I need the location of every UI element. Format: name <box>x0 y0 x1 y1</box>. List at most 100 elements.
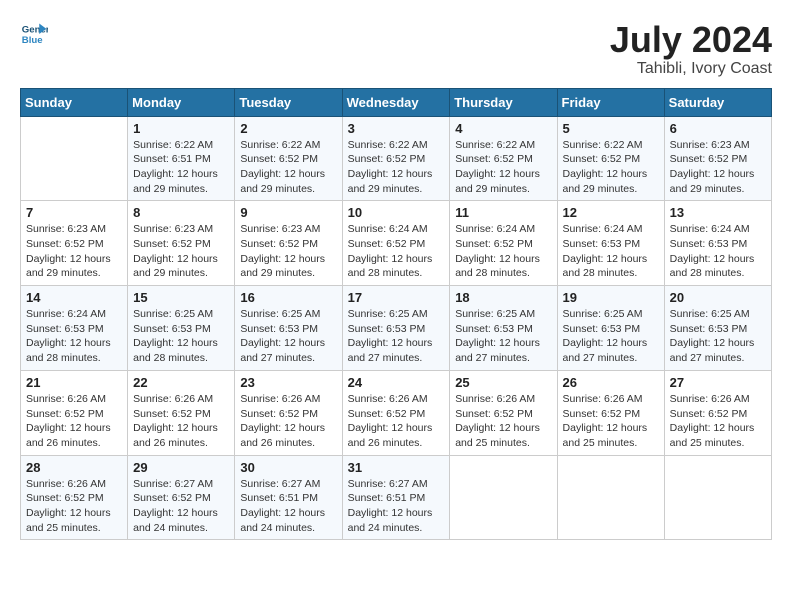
calendar-day-cell: 29 Sunrise: 6:27 AM Sunset: 6:52 PM Dayli… <box>128 455 235 540</box>
calendar-day-cell: 14Sunrise: 6:24 AM Sunset: 6:53 PM Dayli… <box>21 286 128 371</box>
day-number: 25 <box>455 375 551 390</box>
calendar-day-cell: 8Sunrise: 6:23 AM Sunset: 6:52 PM Daylig… <box>128 201 235 286</box>
calendar-day-cell: 20 Sunrise: 6:25 AM Sunset: 6:53 PM Dayli… <box>664 286 771 371</box>
calendar-day-cell: 12 Sunrise: 6:24 AM Sunset: 6:53 PM Dayli… <box>557 201 664 286</box>
day-info: Sunrise: 6:23 AM Sunset: 6:52 PM Dayligh… <box>670 138 766 197</box>
calendar-day-cell: 16Sunrise: 6:25 AM Sunset: 6:53 PM Dayli… <box>235 286 342 371</box>
day-info: Sunrise: 6:26 AM Sunset: 6:52 PM Dayligh… <box>133 392 229 451</box>
logo-icon: General Blue <box>20 20 48 48</box>
calendar-day-cell: 23 Sunrise: 6:26 AM Sunset: 6:52 PM Dayli… <box>235 370 342 455</box>
day-number: 5 <box>563 121 659 136</box>
day-number: 9 <box>240 205 336 220</box>
day-info: Sunrise: 6:26 AM Sunset: 6:52 PM Dayligh… <box>240 392 336 451</box>
day-info: Sunrise: 6:26 AM Sunset: 6:52 PM Dayligh… <box>26 477 122 536</box>
day-info: Sunrise: 6:26 AM Sunset: 6:52 PM Dayligh… <box>348 392 445 451</box>
calendar-table: SundayMondayTuesdayWednesdayThursdayFrid… <box>20 88 772 541</box>
calendar-day-cell: 19 Sunrise: 6:25 AM Sunset: 6:53 PM Dayli… <box>557 286 664 371</box>
calendar-day-cell: 5 Sunrise: 6:22 AM Sunset: 6:52 PM Daylig… <box>557 116 664 201</box>
day-number: 3 <box>348 121 445 136</box>
calendar-day-cell: 13Sunrise: 6:24 AM Sunset: 6:53 PM Dayli… <box>664 201 771 286</box>
calendar-day-cell: 18Sunrise: 6:25 AM Sunset: 6:53 PM Dayli… <box>450 286 557 371</box>
calendar-day-cell: 26 Sunrise: 6:26 AM Sunset: 6:52 PM Dayli… <box>557 370 664 455</box>
weekday-header-cell: Sunday <box>21 88 128 116</box>
day-info: Sunrise: 6:26 AM Sunset: 6:52 PM Dayligh… <box>670 392 766 451</box>
day-number: 24 <box>348 375 445 390</box>
day-number: 15 <box>133 290 229 305</box>
calendar-day-cell: 6 Sunrise: 6:23 AM Sunset: 6:52 PM Daylig… <box>664 116 771 201</box>
day-info: Sunrise: 6:22 AM Sunset: 6:52 PM Dayligh… <box>455 138 551 197</box>
day-info: Sunrise: 6:22 AM Sunset: 6:51 PM Dayligh… <box>133 138 229 197</box>
calendar-week-row: 14Sunrise: 6:24 AM Sunset: 6:53 PM Dayli… <box>21 286 772 371</box>
calendar-day-cell <box>21 116 128 201</box>
day-info: Sunrise: 6:24 AM Sunset: 6:53 PM Dayligh… <box>26 307 122 366</box>
day-number: 30 <box>240 460 336 475</box>
day-number: 8 <box>133 205 229 220</box>
weekday-header-cell: Monday <box>128 88 235 116</box>
day-info: Sunrise: 6:24 AM Sunset: 6:53 PM Dayligh… <box>563 222 659 281</box>
day-number: 1 <box>133 121 229 136</box>
day-info: Sunrise: 6:25 AM Sunset: 6:53 PM Dayligh… <box>455 307 551 366</box>
day-number: 27 <box>670 375 766 390</box>
day-info: Sunrise: 6:25 AM Sunset: 6:53 PM Dayligh… <box>240 307 336 366</box>
day-info: Sunrise: 6:24 AM Sunset: 6:52 PM Dayligh… <box>348 222 445 281</box>
day-info: Sunrise: 6:25 AM Sunset: 6:53 PM Dayligh… <box>133 307 229 366</box>
calendar-day-cell: 31Sunrise: 6:27 AM Sunset: 6:51 PM Dayli… <box>342 455 450 540</box>
calendar-day-cell: 30 Sunrise: 6:27 AM Sunset: 6:51 PM Dayli… <box>235 455 342 540</box>
weekday-header-cell: Thursday <box>450 88 557 116</box>
day-info: Sunrise: 6:26 AM Sunset: 6:52 PM Dayligh… <box>563 392 659 451</box>
weekday-header-row: SundayMondayTuesdayWednesdayThursdayFrid… <box>21 88 772 116</box>
day-number: 23 <box>240 375 336 390</box>
calendar-day-cell: 9Sunrise: 6:23 AM Sunset: 6:52 PM Daylig… <box>235 201 342 286</box>
calendar-day-cell: 24 Sunrise: 6:26 AM Sunset: 6:52 PM Dayli… <box>342 370 450 455</box>
calendar-day-cell <box>557 455 664 540</box>
calendar-day-cell: 27 Sunrise: 6:26 AM Sunset: 6:52 PM Dayli… <box>664 370 771 455</box>
calendar-day-cell: 22Sunrise: 6:26 AM Sunset: 6:52 PM Dayli… <box>128 370 235 455</box>
day-info: Sunrise: 6:22 AM Sunset: 6:52 PM Dayligh… <box>563 138 659 197</box>
day-info: Sunrise: 6:26 AM Sunset: 6:52 PM Dayligh… <box>26 392 122 451</box>
day-info: Sunrise: 6:25 AM Sunset: 6:53 PM Dayligh… <box>348 307 445 366</box>
day-info: Sunrise: 6:25 AM Sunset: 6:53 PM Dayligh… <box>563 307 659 366</box>
weekday-header-cell: Friday <box>557 88 664 116</box>
day-number: 19 <box>563 290 659 305</box>
logo: General Blue <box>20 20 48 48</box>
svg-text:Blue: Blue <box>22 35 43 46</box>
day-number: 7 <box>26 205 122 220</box>
calendar-day-cell: 4 Sunrise: 6:22 AM Sunset: 6:52 PM Daylig… <box>450 116 557 201</box>
location-subtitle: Tahibli, Ivory Coast <box>610 60 772 78</box>
calendar-day-cell: 1 Sunrise: 6:22 AM Sunset: 6:51 PM Daylig… <box>128 116 235 201</box>
day-info: Sunrise: 6:27 AM Sunset: 6:51 PM Dayligh… <box>240 477 336 536</box>
calendar-day-cell: 25 Sunrise: 6:26 AM Sunset: 6:52 PM Dayli… <box>450 370 557 455</box>
calendar-week-row: 7 Sunrise: 6:23 AM Sunset: 6:52 PM Daylig… <box>21 201 772 286</box>
calendar-day-cell: 3 Sunrise: 6:22 AM Sunset: 6:52 PM Daylig… <box>342 116 450 201</box>
day-number: 11 <box>455 205 551 220</box>
day-info: Sunrise: 6:25 AM Sunset: 6:53 PM Dayligh… <box>670 307 766 366</box>
day-number: 29 <box>133 460 229 475</box>
weekday-header-cell: Tuesday <box>235 88 342 116</box>
day-number: 10 <box>348 205 445 220</box>
weekday-header-cell: Wednesday <box>342 88 450 116</box>
day-number: 2 <box>240 121 336 136</box>
day-number: 20 <box>670 290 766 305</box>
calendar-day-cell: 21 Sunrise: 6:26 AM Sunset: 6:52 PM Dayli… <box>21 370 128 455</box>
day-info: Sunrise: 6:24 AM Sunset: 6:53 PM Dayligh… <box>670 222 766 281</box>
calendar-day-cell <box>450 455 557 540</box>
day-number: 21 <box>26 375 122 390</box>
day-number: 26 <box>563 375 659 390</box>
day-number: 12 <box>563 205 659 220</box>
calendar-week-row: 28 Sunrise: 6:26 AM Sunset: 6:52 PM Dayli… <box>21 455 772 540</box>
day-number: 17 <box>348 290 445 305</box>
day-info: Sunrise: 6:27 AM Sunset: 6:52 PM Dayligh… <box>133 477 229 536</box>
day-info: Sunrise: 6:26 AM Sunset: 6:52 PM Dayligh… <box>455 392 551 451</box>
day-number: 4 <box>455 121 551 136</box>
day-number: 6 <box>670 121 766 136</box>
day-info: Sunrise: 6:24 AM Sunset: 6:52 PM Dayligh… <box>455 222 551 281</box>
calendar-week-row: 21 Sunrise: 6:26 AM Sunset: 6:52 PM Dayli… <box>21 370 772 455</box>
day-number: 28 <box>26 460 122 475</box>
day-info: Sunrise: 6:23 AM Sunset: 6:52 PM Dayligh… <box>26 222 122 281</box>
weekday-header-cell: Saturday <box>664 88 771 116</box>
calendar-day-cell: 11 Sunrise: 6:24 AM Sunset: 6:52 PM Dayli… <box>450 201 557 286</box>
calendar-day-cell <box>664 455 771 540</box>
day-info: Sunrise: 6:22 AM Sunset: 6:52 PM Dayligh… <box>240 138 336 197</box>
day-number: 31 <box>348 460 445 475</box>
day-info: Sunrise: 6:22 AM Sunset: 6:52 PM Dayligh… <box>348 138 445 197</box>
